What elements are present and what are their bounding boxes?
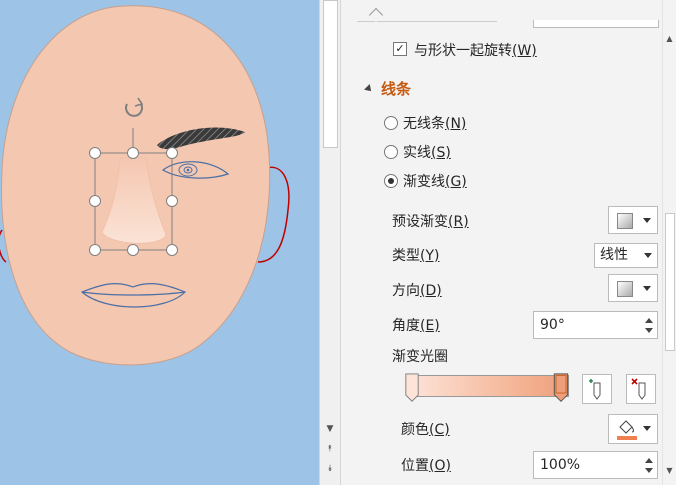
add-gradient-stop-button[interactable] [582, 374, 612, 404]
chevron-down-icon [644, 253, 652, 258]
gradient-swatch-icon [617, 213, 633, 229]
type-select[interactable]: 线性 [594, 243, 658, 268]
gradient-stop-right-selected[interactable] [553, 373, 569, 403]
pane-scroll-thumb[interactable] [665, 213, 675, 351]
remove-gradient-stop-button[interactable] [626, 374, 656, 404]
position-value: 100% [540, 457, 581, 473]
solid-line-label[interactable]: 实线(S) [403, 142, 451, 162]
scroll-up-icon[interactable]: ▲ [663, 32, 676, 46]
rotate-with-shape-checkbox[interactable]: ✓ [393, 42, 407, 56]
color-dropdown[interactable] [608, 414, 658, 444]
page-down-icon[interactable]: ⯯ [320, 460, 340, 478]
slide-canvas[interactable] [0, 0, 319, 485]
gradient-stop-left[interactable] [404, 373, 420, 403]
chevron-down-icon [643, 426, 651, 431]
canvas-scrollbar[interactable]: ▼ ⯭ ⯯ [319, 0, 341, 485]
gradient-line-radio[interactable] [384, 174, 398, 188]
angle-spinner[interactable]: 90° [533, 311, 658, 339]
direction-label: 方向(D) [392, 283, 442, 299]
angle-label: 角度(E) [392, 318, 440, 334]
color-label: 颜色(C) [401, 422, 450, 438]
spin-down-icon[interactable] [645, 328, 653, 333]
format-shape-pane: ✓ 与形状一起旋转(W) 线条 无线条(N) 实线(S) 渐变线(G) 预设渐变… [341, 0, 676, 485]
section-line-title[interactable]: 线条 [381, 78, 411, 99]
angle-value: 90° [540, 317, 565, 333]
scroll-down-icon[interactable]: ▼ [663, 464, 676, 478]
page-up-icon[interactable]: ⯭ [320, 440, 340, 458]
rotate-with-shape-label[interactable]: 与形状一起旋转(W) [414, 40, 537, 60]
type-select-value: 线性 [600, 247, 628, 263]
spin-up-icon[interactable] [645, 458, 653, 463]
no-line-radio[interactable] [384, 116, 398, 130]
position-label: 位置(O) [401, 458, 451, 474]
previous-control [533, 20, 659, 28]
type-label: 类型(Y) [392, 248, 440, 264]
canvas-scroll-thumb[interactable] [323, 0, 338, 148]
direction-dropdown[interactable] [608, 274, 658, 302]
solid-line-radio[interactable] [384, 145, 398, 159]
chevron-down-icon [643, 218, 651, 223]
remove-gradient-stop-icon [631, 378, 646, 400]
gradient-stops-bar[interactable] [409, 375, 569, 397]
gradient-line-label[interactable]: 渐变线(G) [403, 171, 467, 191]
preset-gradient-label: 预设渐变(R) [392, 214, 469, 230]
preset-gradient-dropdown[interactable] [608, 206, 658, 234]
spin-down-icon[interactable] [645, 468, 653, 473]
no-line-label[interactable]: 无线条(N) [403, 113, 466, 133]
scroll-down-icon[interactable]: ▼ [320, 420, 340, 438]
collapse-triangle-icon[interactable] [364, 84, 374, 94]
add-gradient-stop-icon [589, 379, 601, 400]
paint-bucket-icon [617, 420, 637, 440]
position-spinner[interactable]: 100% [533, 451, 658, 479]
direction-swatch-icon [617, 281, 633, 297]
spin-up-icon[interactable] [645, 318, 653, 323]
gradient-stops-label: 渐变光圈 [392, 349, 448, 365]
pane-scrollbar[interactable]: ▲ ▼ [662, 0, 676, 485]
face-illustration [0, 5, 290, 366]
chevron-down-icon [643, 286, 651, 291]
